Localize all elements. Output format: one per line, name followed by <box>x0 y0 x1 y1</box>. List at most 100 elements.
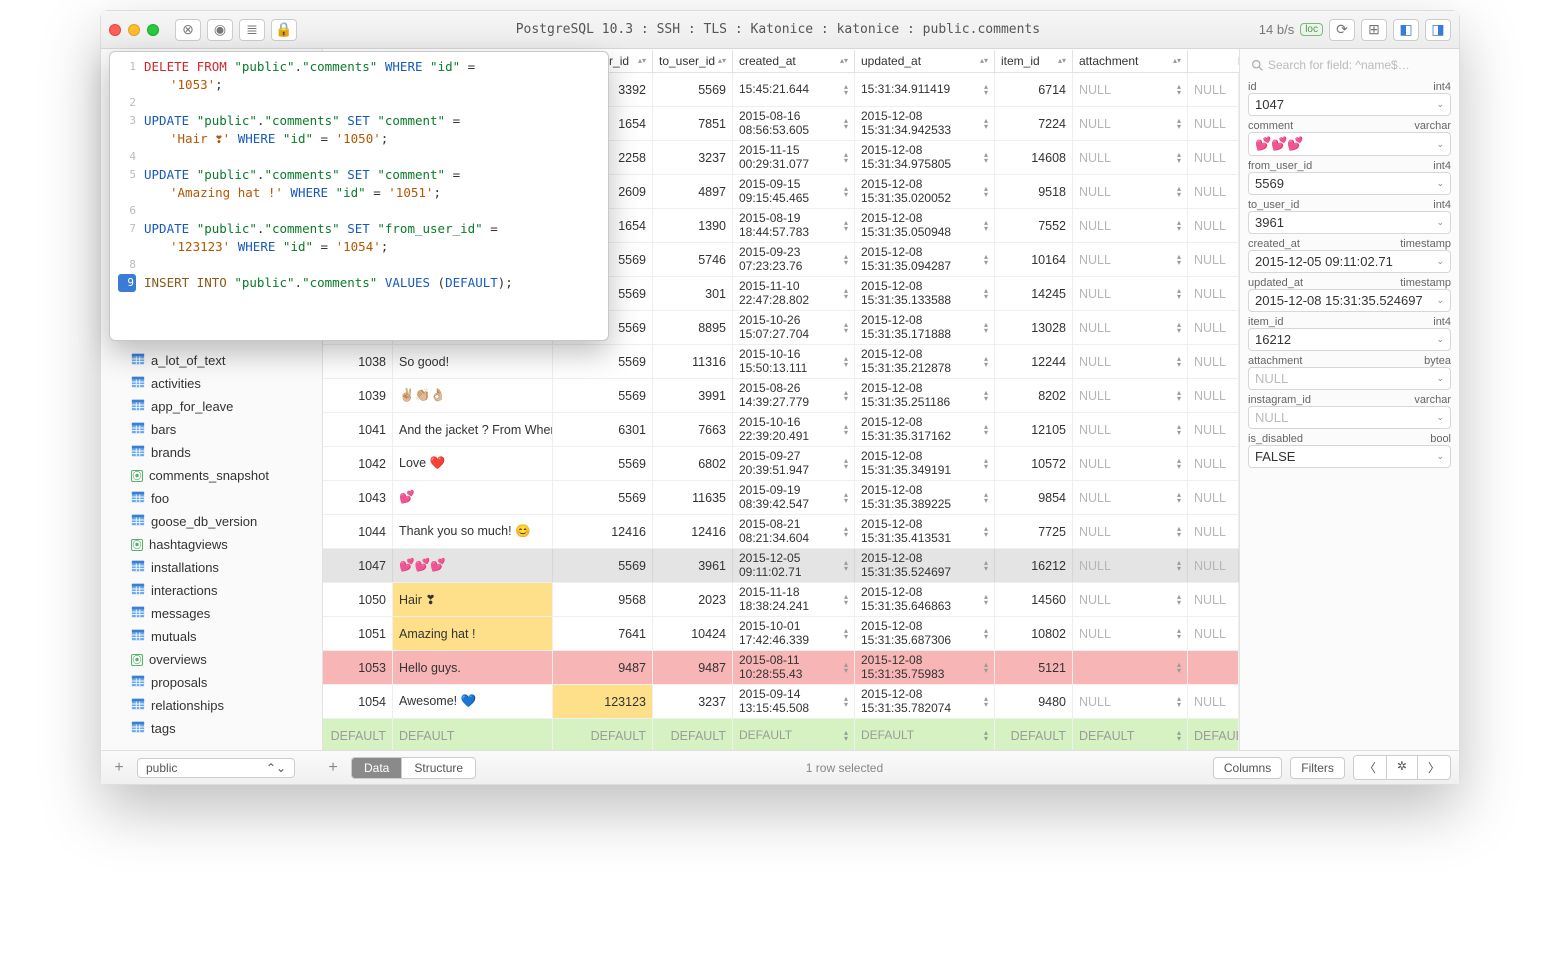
cell[interactable]: 9487 <box>653 651 733 684</box>
cell[interactable]: 5569 <box>553 447 653 480</box>
eye-icon[interactable]: ◉ <box>207 19 233 41</box>
field-value-is_disabled[interactable]: FALSE⌄ <box>1248 445 1451 468</box>
sidebar-item-comments_snapshot[interactable]: ⦿comments_snapshot <box>101 464 322 487</box>
cell[interactable]: 7552 <box>995 209 1073 242</box>
sidebar-item-activities[interactable]: activities <box>101 372 322 395</box>
add-schema-button[interactable]: + <box>109 759 129 777</box>
cell[interactable]: 5569 <box>553 345 653 378</box>
cell[interactable]: 2015-12-08 15:31:34.942533▴▾ <box>855 107 995 140</box>
cell[interactable]: NULL▴▾ <box>1073 107 1188 140</box>
cell[interactable]: 2015-12-08 15:31:35.389225▴▾ <box>855 481 995 514</box>
table-row[interactable]: 1051Amazing hat !7641104242015-10-01 17:… <box>323 617 1239 651</box>
cell[interactable]: 14245 <box>995 277 1073 310</box>
col-extra[interactable] <box>1188 57 1239 65</box>
cell[interactable]: 4897 <box>653 175 733 208</box>
cell[interactable]: 2015-12-05 09:11:02.71▴▾ <box>733 549 855 582</box>
cell[interactable]: NULL▴▾ <box>1073 175 1188 208</box>
cell[interactable]: So good! <box>393 345 553 378</box>
cell[interactable]: 2015-12-08 15:31:35.317162▴▾ <box>855 413 995 446</box>
cell[interactable]: 5121 <box>995 651 1073 684</box>
cell[interactable]: 2015-12-08 15:31:35.020052▴▾ <box>855 175 995 208</box>
cell[interactable]: NULL▴▾ <box>1073 141 1188 174</box>
cell[interactable]: 2015-12-08 15:31:35.75983▴▾ <box>855 651 995 684</box>
cell[interactable]: 2015-08-19 18:44:57.783▴▾ <box>733 209 855 242</box>
cell[interactable]: 1038 <box>323 345 393 378</box>
sidebar-item-a_lot_of_text[interactable]: a_lot_of_text <box>101 349 322 372</box>
cell[interactable]: NULL▴▾ <box>1073 311 1188 344</box>
cell[interactable]: Hair ❣ <box>393 583 553 616</box>
table-row[interactable]: 1038So good!5569113162015-10-16 15:50:13… <box>323 345 1239 379</box>
cell[interactable]: 301 <box>653 277 733 310</box>
cell[interactable]: NULL <box>1188 481 1239 514</box>
cell[interactable]: Hello guys. <box>393 651 553 684</box>
cell[interactable]: DEFAULT <box>995 719 1073 750</box>
cell[interactable]: 2015-08-16 08:56:53.605▴▾ <box>733 107 855 140</box>
cell[interactable]: 2015-11-18 18:38:24.241▴▾ <box>733 583 855 616</box>
close-window-button[interactable] <box>109 24 121 36</box>
cell[interactable]: 7663 <box>653 413 733 446</box>
cell[interactable]: DEFAULT▴▾ <box>855 719 995 750</box>
cell[interactable]: 2015-09-23 07:23:23.76▴▾ <box>733 243 855 276</box>
col-item_id[interactable]: item_id▴▾ <box>995 50 1073 72</box>
cell[interactable]: DEFAULT <box>653 719 733 750</box>
cell[interactable]: NULL▴▾ <box>1073 685 1188 718</box>
cancel-icon[interactable]: ⊗ <box>175 19 201 41</box>
cell[interactable]: 10424 <box>653 617 733 650</box>
cell[interactable]: 10802 <box>995 617 1073 650</box>
table-row[interactable]: 1039✌🏼️👏🏼👌🏼556939912015-08-26 14:39:27.7… <box>323 379 1239 413</box>
field-value-instagram_id[interactable]: NULL⌄ <box>1248 406 1451 429</box>
table-row[interactable]: 1043💕5569116352015-09-19 08:39:42.547▴▾2… <box>323 481 1239 515</box>
grid-icon[interactable]: ⊞ <box>1361 19 1387 41</box>
cell[interactable] <box>1188 651 1239 684</box>
cell[interactable]: 2015-12-08 15:31:35.349191▴▾ <box>855 447 995 480</box>
cell[interactable]: 11316 <box>653 345 733 378</box>
cell[interactable]: NULL▴▾ <box>1073 617 1188 650</box>
cell[interactable]: 10164 <box>995 243 1073 276</box>
cell[interactable]: NULL▴▾ <box>1073 243 1188 276</box>
cell[interactable]: NULL▴▾ <box>1073 413 1188 446</box>
minimize-window-button[interactable] <box>128 24 140 36</box>
cell[interactable]: NULL <box>1188 107 1239 140</box>
field-value-from_user_id[interactable]: 5569⌄ <box>1248 172 1451 195</box>
sidebar-item-app_for_leave[interactable]: app_for_leave <box>101 395 322 418</box>
cell[interactable]: 💕💕💕 <box>393 549 553 582</box>
cell[interactable]: 2015-10-16 15:50:13.111▴▾ <box>733 345 855 378</box>
cell[interactable]: 1054 <box>323 685 393 718</box>
sidebar-item-proposals[interactable]: proposals <box>101 671 322 694</box>
cell[interactable]: NULL <box>1188 685 1239 718</box>
cell[interactable]: 6802 <box>653 447 733 480</box>
sidebar-item-tags[interactable]: tags <box>101 717 322 740</box>
gear-icon[interactable]: ✲ <box>1387 756 1418 779</box>
cell[interactable]: 8202 <box>995 379 1073 412</box>
field-value-item_id[interactable]: 16212⌄ <box>1248 328 1451 351</box>
cell[interactable]: NULL <box>1188 549 1239 582</box>
cell[interactable]: NULL <box>1188 515 1239 548</box>
cell[interactable]: 14560 <box>995 583 1073 616</box>
cell[interactable]: 1041 <box>323 413 393 446</box>
cell[interactable]: 💕 <box>393 481 553 514</box>
cell[interactable]: NULL <box>1188 277 1239 310</box>
panel-right-icon[interactable]: ◨ <box>1425 19 1451 41</box>
cell[interactable]: 5569 <box>553 549 653 582</box>
add-row-button[interactable]: + <box>323 759 343 777</box>
sidebar-item-hashtagviews[interactable]: ⦿hashtagviews <box>101 533 322 556</box>
sidebar-item-installations[interactable]: installations <box>101 556 322 579</box>
cell[interactable]: NULL <box>1188 243 1239 276</box>
cell[interactable]: 7224 <box>995 107 1073 140</box>
cell[interactable]: NULL▴▾ <box>1073 515 1188 548</box>
cell[interactable]: 7641 <box>553 617 653 650</box>
field-value-created_at[interactable]: 2015-12-05 09:11:02.71⌄ <box>1248 250 1451 273</box>
sidebar-item-mutuals[interactable]: mutuals <box>101 625 322 648</box>
cell[interactable]: 9480 <box>995 685 1073 718</box>
cell[interactable]: Love ❤️ <box>393 447 553 480</box>
cell[interactable]: 12416 <box>653 515 733 548</box>
zoom-window-button[interactable] <box>147 24 159 36</box>
cell[interactable]: NULL <box>1188 617 1239 650</box>
cell[interactable]: 15:31:34.911419▴▾ <box>855 73 995 106</box>
cell[interactable]: 7851 <box>653 107 733 140</box>
cell[interactable]: 2015-08-26 14:39:27.779▴▾ <box>733 379 855 412</box>
schema-select[interactable]: public⌃⌄ <box>137 758 295 778</box>
cell[interactable]: DEFAULT <box>553 719 653 750</box>
cell[interactable]: 3961 <box>653 549 733 582</box>
cell[interactable]: NULL <box>1188 141 1239 174</box>
